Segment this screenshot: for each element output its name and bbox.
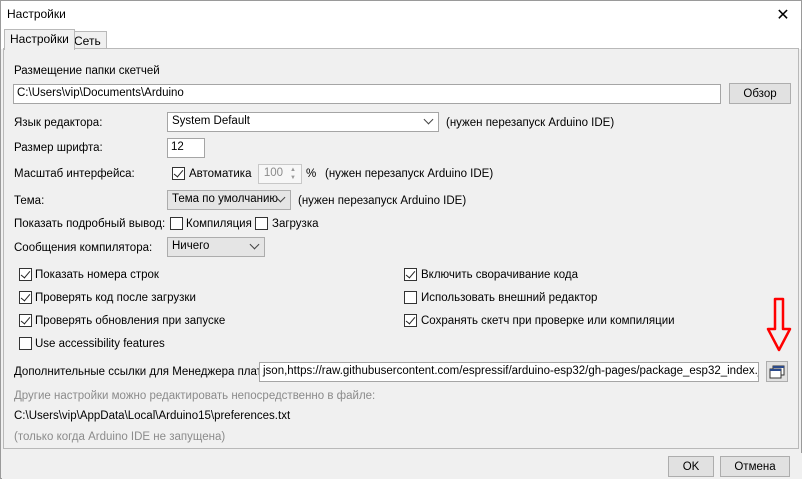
save-on-verify-label: Сохранять скетч при проверке или компиля…: [421, 315, 675, 327]
scale-value: 100: [263, 167, 283, 179]
verbose-upload-checkbox[interactable]: [255, 217, 268, 230]
accessibility-label: Use accessibility features: [35, 338, 165, 350]
editor-language-select[interactable]: System Default: [167, 112, 439, 132]
code-folding-checkbox[interactable]: [404, 268, 417, 281]
font-size-input[interactable]: 12: [167, 138, 205, 158]
warnings-select[interactable]: Ничего: [167, 237, 265, 257]
preferences-window: Настройки ✕ Настройки Сеть Размещение па…: [0, 0, 802, 479]
spin-up-icon[interactable]: ▲: [287, 166, 299, 174]
theme-note: (нужен перезапуск Arduino IDE): [298, 195, 467, 207]
sketchbook-label: Размещение папки скетчей: [14, 65, 160, 77]
prefs-hint: Другие настройки можно редактировать неп…: [14, 390, 376, 402]
board-urls-label: Дополнительные ссылки для Менеджера плат…: [14, 366, 266, 378]
auto-scale-checkbox[interactable]: [172, 167, 185, 180]
tab-settings[interactable]: Настройки: [4, 29, 75, 50]
close-icon[interactable]: ✕: [765, 1, 801, 29]
verify-upload-label: Проверять код после загрузки: [35, 292, 196, 304]
line-numbers-label: Показать номера строк: [35, 269, 159, 281]
window-list-icon: [769, 365, 785, 378]
verbose-upload-label: Загрузка: [272, 218, 319, 230]
tab-strip: Настройки Сеть: [1, 29, 801, 50]
sketchbook-path-input[interactable]: C:\Users\vip\Documents\Arduino: [13, 84, 721, 104]
button-bar: OK Отмена: [2, 453, 802, 479]
theme-value: Тема по умолчанию: [172, 193, 279, 205]
external-editor-label: Использовать внешний редактор: [421, 292, 598, 304]
verbose-label: Показать подробный вывод:: [14, 218, 166, 230]
title-bar: Настройки ✕: [1, 1, 801, 29]
warnings-value: Ничего: [172, 240, 210, 252]
cancel-button[interactable]: Отмена: [720, 456, 790, 477]
editor-language-value: System Default: [172, 115, 250, 127]
scale-spinner[interactable]: 100 ▲ ▼: [258, 164, 302, 184]
board-urls-edit-button[interactable]: [766, 361, 788, 382]
verbose-compile-label: Компиляция: [186, 218, 252, 230]
font-size-label: Размер шрифта:: [14, 142, 103, 154]
window-title: Настройки: [7, 7, 66, 21]
scale-label: Масштаб интерфейса:: [14, 168, 135, 180]
theme-label: Тема:: [14, 195, 45, 207]
accessibility-checkbox[interactable]: [19, 337, 32, 350]
check-updates-label: Проверять обновления при запуске: [35, 315, 226, 327]
chevron-down-icon: [249, 239, 260, 250]
browse-button[interactable]: Обзор: [729, 83, 791, 104]
prefs-note: (только когда Arduino IDE не запущена): [14, 431, 226, 443]
code-folding-label: Включить сворачивание кода: [421, 269, 579, 281]
check-updates-checkbox[interactable]: [19, 314, 32, 327]
settings-panel: Размещение папки скетчей C:\Users\vip\Do…: [3, 48, 799, 449]
theme-select[interactable]: Тема по умолчанию: [167, 190, 291, 210]
verify-upload-checkbox[interactable]: [19, 291, 32, 304]
scale-note: (нужен перезапуск Arduino IDE): [325, 168, 494, 180]
auto-scale-label: Автоматика: [189, 168, 252, 180]
save-on-verify-checkbox[interactable]: [404, 314, 417, 327]
scale-unit: %: [306, 168, 317, 180]
red-arrow-icon: [766, 297, 792, 352]
warnings-label: Сообщения компилятора:: [14, 242, 153, 254]
verbose-compile-checkbox[interactable]: [170, 217, 183, 230]
spin-down-icon[interactable]: ▼: [287, 174, 299, 182]
line-numbers-checkbox[interactable]: [19, 268, 32, 281]
board-urls-input[interactable]: json,https://raw.githubusercontent.com/e…: [259, 362, 759, 382]
editor-language-label: Язык редактора:: [14, 117, 103, 129]
prefs-path: C:\Users\vip\AppData\Local\Arduino15\pre…: [14, 410, 291, 422]
editor-language-note: (нужен перезапуск Arduino IDE): [446, 117, 615, 129]
external-editor-checkbox[interactable]: [404, 291, 417, 304]
chevron-down-icon: [423, 114, 434, 125]
ok-button[interactable]: OK: [668, 456, 714, 477]
